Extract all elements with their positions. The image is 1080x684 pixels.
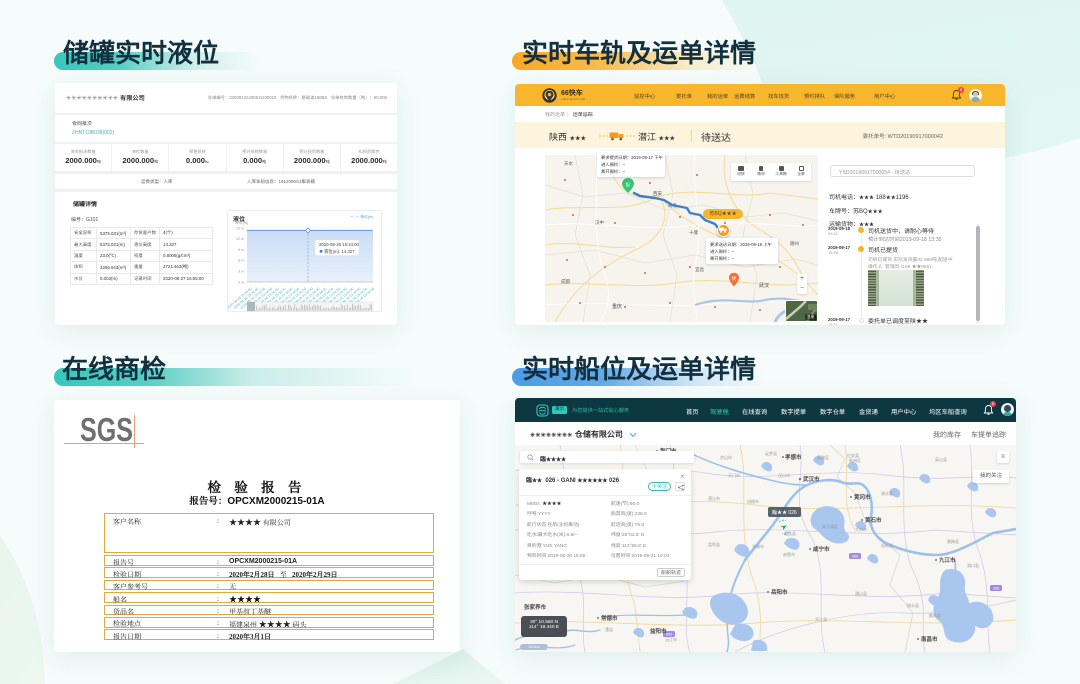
svg-text:沅江市: 沅江市 — [665, 636, 677, 642]
svg-text:3 m: 3 m — [238, 270, 244, 274]
svg-text:G56: G56 — [993, 587, 1000, 591]
svg-text:监利县: 监利县 — [708, 541, 720, 547]
svg-text:仙桃市: 仙桃市 — [747, 498, 759, 504]
svg-text:黄梅县: 黄梅县 — [947, 538, 959, 544]
svg-text:英山县: 英山县 — [935, 456, 947, 462]
svg-text:2020-08-26 15:34:00: 2020-08-26 15:34:00 — [319, 242, 360, 247]
svg-text:黄冈市: 黄冈市 — [854, 493, 871, 501]
svg-text:九江市: 九江市 — [938, 556, 956, 564]
svg-text:新洲区: 新洲区 — [849, 457, 861, 463]
svg-text:液位(m): 14.327: 液位(m): 14.327 — [324, 248, 355, 255]
svg-text:澧县: 澧县 — [605, 626, 613, 632]
svg-text:益阳市: 益阳市 — [650, 627, 667, 635]
svg-text:咸宁市: 咸宁市 — [813, 545, 830, 553]
svg-text:浠水县: 浠水县 — [881, 490, 893, 496]
svg-text:阳新县: 阳新县 — [881, 542, 893, 548]
svg-text:黄陂区: 黄陂区 — [817, 454, 829, 460]
svg-text:黄石市: 黄石市 — [865, 516, 882, 524]
svg-text:岳阳市: 岳阳市 — [771, 588, 788, 596]
svg-text:赤壁市: 赤壁市 — [783, 551, 795, 557]
svg-text:京山市: 京山市 — [720, 454, 732, 460]
svg-text:潜江市: 潜江市 — [708, 495, 720, 501]
svg-text:15 m: 15 m — [236, 226, 244, 230]
svg-text:9 m: 9 m — [238, 248, 244, 252]
svg-text:G56: G56 — [852, 555, 859, 559]
svg-text:汉川市: 汉川市 — [778, 472, 790, 478]
svg-text:6 m: 6 m — [238, 259, 244, 263]
svg-text:天门市: 天门市 — [728, 472, 740, 478]
svg-text:武汉市: 武汉市 — [803, 475, 820, 483]
svg-text:梁子湖区: 梁子湖区 — [822, 523, 838, 529]
svg-text:终: 终 — [732, 275, 737, 282]
svg-text:孝感市: 孝感市 — [784, 453, 802, 461]
svg-text:都昌县: 都昌县 — [929, 612, 941, 618]
svg-text:修水县: 修水县 — [907, 602, 919, 608]
svg-text:云梦县: 云梦县 — [765, 450, 777, 456]
svg-text:0 m: 0 m — [238, 280, 244, 284]
svg-text:通山县: 通山县 — [855, 590, 867, 596]
svg-text:张家界市: 张家界市 — [524, 603, 547, 611]
svg-text:湖口县: 湖口县 — [967, 562, 979, 568]
svg-text:南昌市: 南昌市 — [921, 635, 938, 643]
svg-text:12 m: 12 m — [236, 237, 244, 241]
svg-text:洪湖市: 洪湖市 — [752, 543, 764, 549]
svg-text:大冶市: 大冶市 — [855, 526, 867, 532]
svg-text:平江县: 平江县 — [815, 616, 827, 622]
svg-text:常德市: 常德市 — [601, 614, 618, 622]
